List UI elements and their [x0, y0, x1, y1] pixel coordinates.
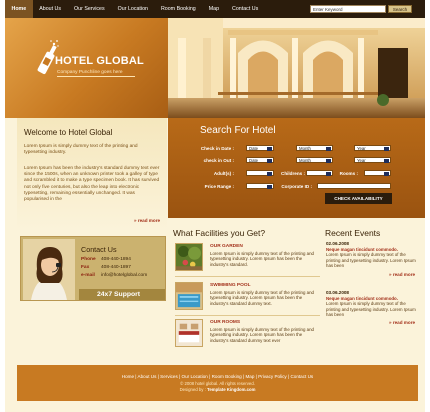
- events-title: Recent Events: [325, 228, 381, 238]
- contact-title: Contact Us: [81, 245, 117, 254]
- hotel-room-image: [175, 319, 203, 347]
- welcome-section: Welcome to Hotel Global Lorem Ipsum is s…: [17, 118, 167, 230]
- facility-pool: SWIMMING POOL Lorem Ipsum is simply dumm…: [175, 282, 320, 318]
- brand-divider: [57, 76, 135, 77]
- event-text: Lorem Ipsum is simply dummy text of the …: [326, 301, 416, 318]
- welcome-read-more-link[interactable]: » read more: [134, 218, 160, 223]
- adults-select[interactable]: [246, 170, 274, 176]
- corporate-id-label: Corporate ID :: [281, 184, 312, 189]
- designer-label: Designed by :: [179, 387, 206, 392]
- checkout-label: check in Out :: [203, 158, 234, 163]
- welcome-body: Lorem Ipsum has been the industry's stan…: [24, 166, 160, 203]
- nav-our-location[interactable]: Our Location: [111, 0, 154, 18]
- checkout-year-select[interactable]: Year: [354, 157, 391, 163]
- facility-desc: Lorem Ipsum is simply dummy text of the …: [210, 251, 314, 267]
- rooms-label: Rooms :: [339, 171, 358, 176]
- corporate-id-input[interactable]: [317, 183, 391, 189]
- brand-tagline: Company Punchline goes here: [57, 70, 123, 75]
- nav-map[interactable]: Map: [202, 0, 225, 18]
- facilities-title: What Facilities you Get?: [173, 228, 266, 238]
- footer-links[interactable]: Home | About Us | Services | Our Locatio…: [17, 374, 418, 379]
- phone-label: Phone: [81, 257, 96, 262]
- facility-garden: OUR GARDEN Lorem Ipsum is simply dummy t…: [175, 243, 320, 279]
- price-label: Price Range :: [204, 184, 234, 189]
- top-nav: Home About Us Our Services Our Location …: [5, 0, 425, 18]
- facility-title[interactable]: OUR GARDEN: [210, 244, 243, 249]
- header-brand: HOTEL GLOBAL Company Punchline goes here: [5, 18, 168, 118]
- search-title: Search For Hotel: [200, 125, 276, 136]
- hotel-lobby-image: [168, 18, 425, 118]
- hotel-search-panel: Search For Hotel Check in Date : Date Mo…: [168, 118, 425, 218]
- welcome-title: Welcome to Hotel Global: [24, 128, 113, 137]
- checkin-month-select[interactable]: Month: [296, 145, 333, 151]
- phone-value: 408-440-1894: [101, 257, 131, 262]
- swimming-pool-image: [175, 282, 203, 310]
- nav-menu: Home About Us Our Services Our Location …: [5, 0, 265, 18]
- facility-desc: Lorem Ipsum is simply dummy text of the …: [210, 327, 314, 343]
- children-select[interactable]: [306, 170, 333, 176]
- designer-link[interactable]: Template Kingdom.com: [207, 387, 255, 392]
- garden-image: [175, 243, 203, 271]
- search-button[interactable]: Search: [388, 5, 412, 13]
- facility-desc: Lorem Ipsum is simply dummy text of the …: [210, 290, 314, 306]
- support-banner: 24x7 Support: [79, 289, 165, 300]
- support-agent-photo: [23, 239, 75, 300]
- events-read-more-link[interactable]: » read more: [389, 272, 415, 277]
- fax-value: 408-440-1897: [101, 265, 131, 270]
- event-item: 02.06.2008 Neque magan tincidunt commodo…: [326, 241, 416, 269]
- email-label: e-mail: [81, 273, 95, 278]
- children-label: Childrens :: [281, 171, 305, 176]
- designer-credit: Designed by : Template Kingdom.com: [17, 387, 418, 392]
- keyword-search-input[interactable]: Enter Keyword: [310, 5, 386, 13]
- footer: Home | About Us | Services | Our Locatio…: [17, 365, 418, 401]
- nav-home[interactable]: Home: [5, 0, 33, 18]
- copyright-text: © 2008 hotel global. All rights reserved…: [180, 381, 255, 386]
- nav-about-us[interactable]: About Us: [33, 0, 68, 18]
- adults-label: Adult(s) :: [213, 171, 234, 176]
- checkin-year-select[interactable]: Year: [354, 145, 391, 151]
- facility-title[interactable]: SWIMMING POOL: [210, 283, 251, 288]
- checkin-date-select[interactable]: Date: [246, 145, 274, 151]
- divider: [175, 315, 320, 316]
- facility-title[interactable]: OUR ROOMS: [210, 320, 240, 325]
- checkout-month-select[interactable]: Month: [296, 157, 333, 163]
- events-read-more-link[interactable]: » read more: [389, 320, 415, 325]
- facility-rooms: OUR ROOMS Lorem Ipsum is simply dummy te…: [175, 319, 320, 355]
- nav-our-services[interactable]: Our Services: [68, 0, 112, 18]
- checkin-label: Check in Date :: [200, 146, 234, 151]
- email-link[interactable]: info@hotelglobal.com: [101, 273, 147, 278]
- brand-title: HOTEL GLOBAL: [55, 55, 144, 67]
- event-text: Lorem Ipsum is simply dummy text of the …: [326, 252, 416, 269]
- nav-contact-us[interactable]: Contact Us: [226, 0, 265, 18]
- page: Home About Us Our Services Our Location …: [5, 0, 425, 412]
- event-item: 03.06.2008 Neque magan tincidunt commodo…: [326, 290, 416, 318]
- rooms-select[interactable]: [364, 170, 391, 176]
- price-range-select[interactable]: [246, 183, 274, 189]
- contact-box: Contact Us Phone 408-440-1894 Fax 408-44…: [20, 236, 166, 301]
- checkout-date-select[interactable]: Date: [246, 157, 274, 163]
- divider: [175, 276, 320, 277]
- welcome-intro: Lorem Ipsum is simply dummy text of the …: [24, 144, 138, 156]
- nav-room-booking[interactable]: Room Booking: [154, 0, 202, 18]
- fax-label: Fax: [81, 265, 90, 270]
- check-availability-button[interactable]: CHECK AVAILABILITY: [325, 193, 392, 204]
